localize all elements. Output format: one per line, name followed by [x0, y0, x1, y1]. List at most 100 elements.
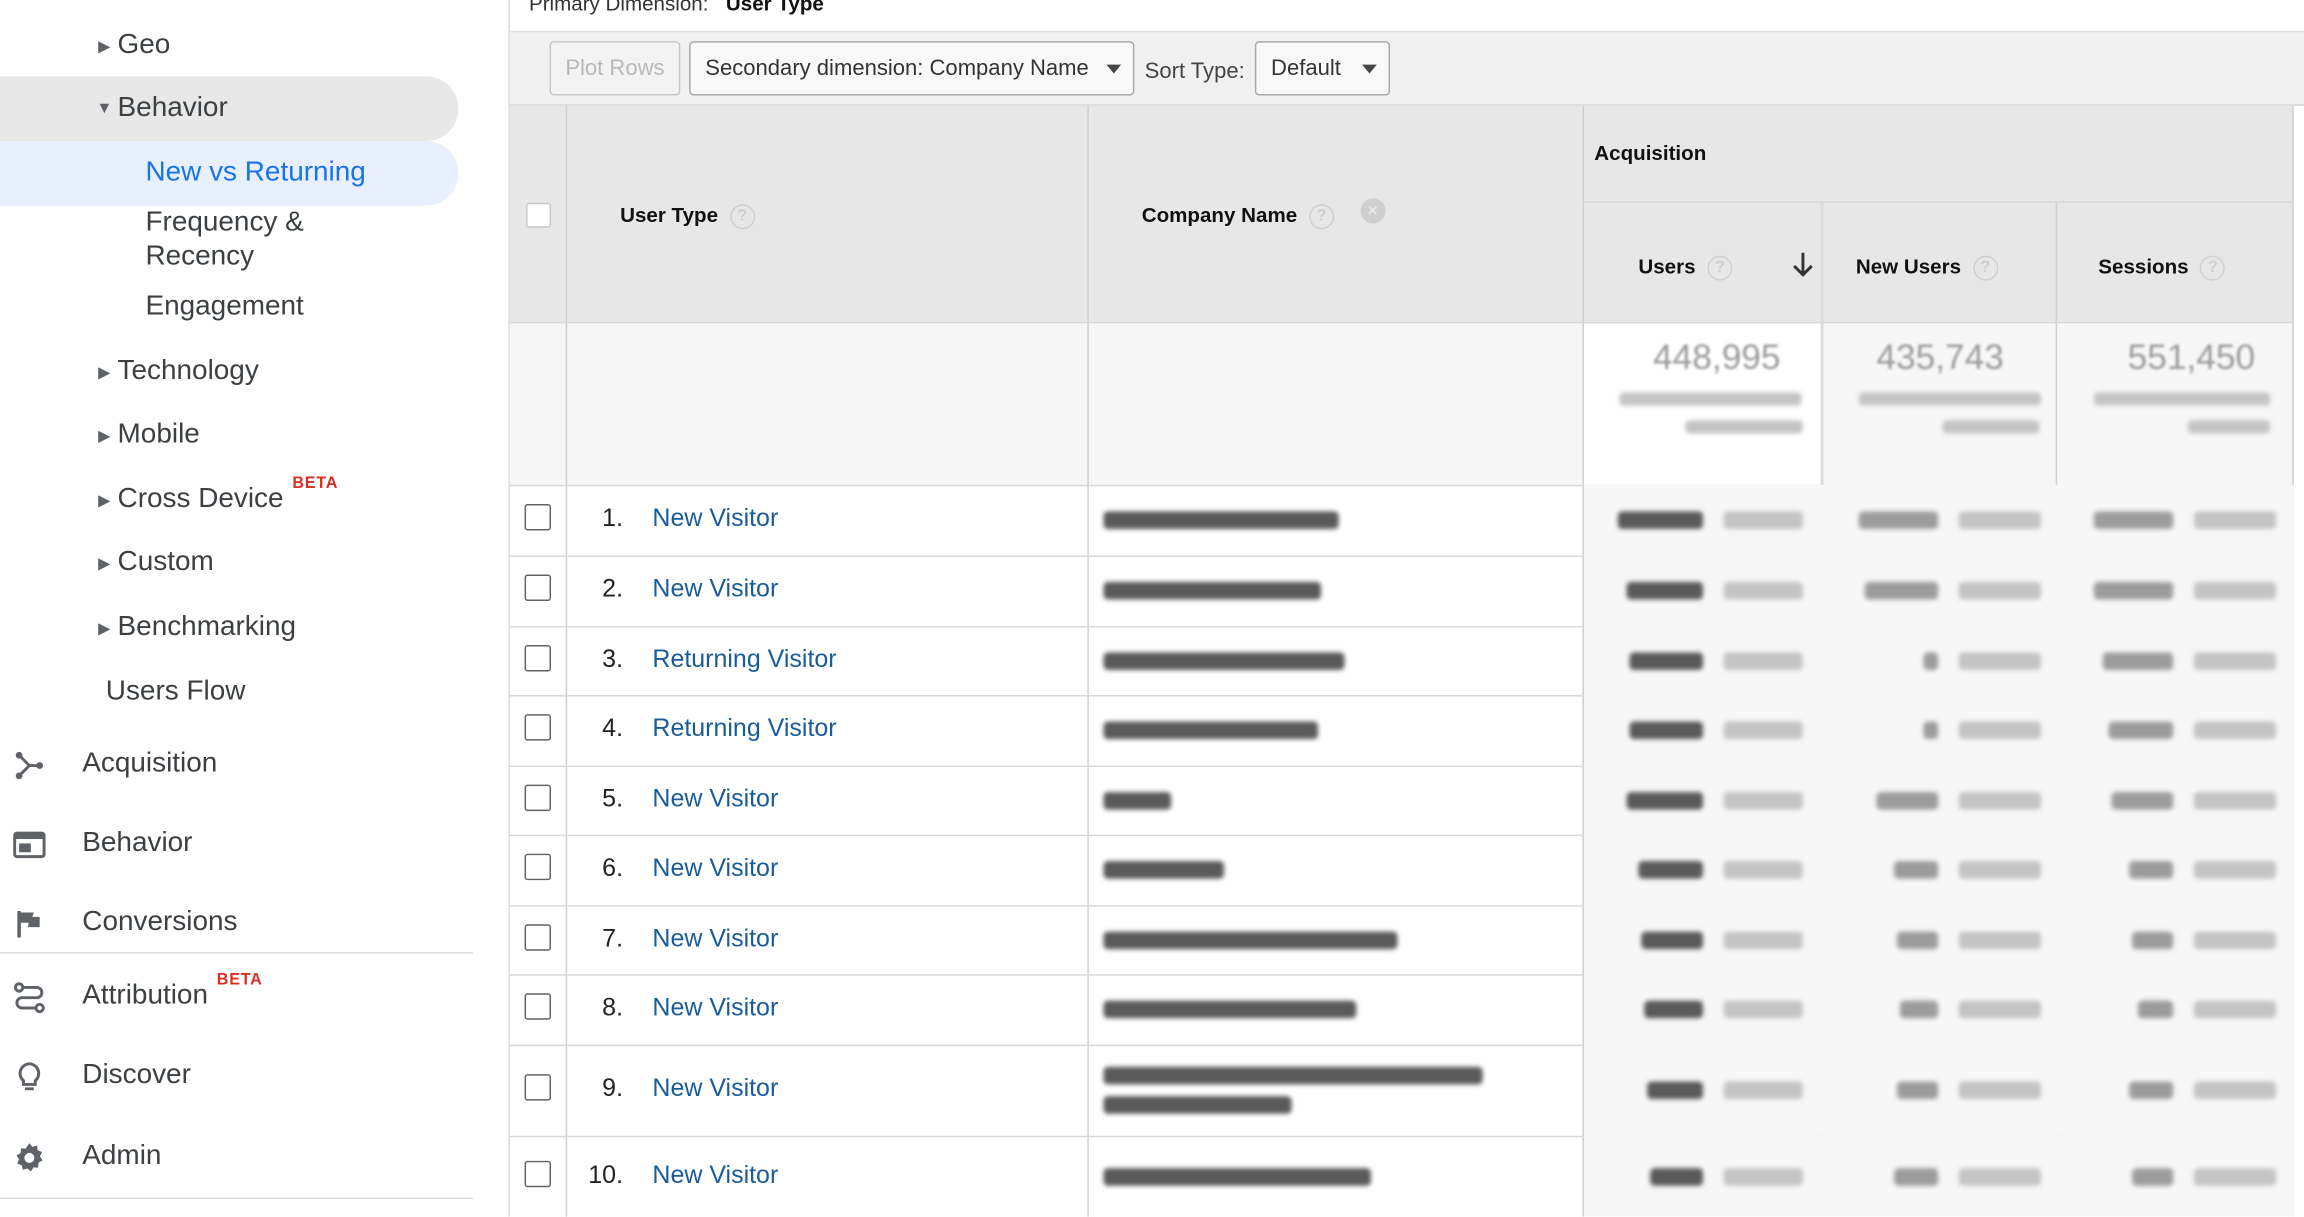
- sessions-value-redacted: [2108, 721, 2174, 740]
- select-all-checkbox[interactable]: [526, 202, 552, 228]
- user-type-link[interactable]: New Visitor: [652, 1074, 778, 1103]
- sidebar-section-acquisition[interactable]: Acquisition: [0, 732, 485, 797]
- row-checkbox[interactable]: [524, 574, 552, 601]
- table-row: 10. New Visitor: [510, 1135, 2294, 1217]
- user-type-link[interactable]: New Visitor: [652, 854, 778, 883]
- sidebar-item-engagement[interactable]: Engagement: [145, 275, 303, 340]
- column-header-company-name[interactable]: Company Name? ×: [1142, 198, 1386, 229]
- sidebar-item-users-flow[interactable]: Users Flow: [106, 660, 246, 725]
- new-users-value-redacted: [1864, 581, 1939, 600]
- sidebar-item-cross-device[interactable]: ▶ Cross Device BETA: [91, 467, 338, 532]
- sidebar-item-benchmarking[interactable]: ▶ Benchmarking: [91, 595, 296, 660]
- column-header-new-users[interactable]: New Users?: [1856, 254, 1998, 281]
- table-row: 8. New Visitor: [509, 974, 2294, 1047]
- row-checkbox[interactable]: [524, 993, 552, 1020]
- sidebar-item-label: Benchmarking: [117, 611, 297, 643]
- help-icon[interactable]: ?: [729, 203, 755, 229]
- users-percent-redacted: [1723, 652, 1803, 671]
- row-divider: [1582, 201, 2294, 203]
- sessions-percent-redacted: [2193, 792, 2277, 810]
- row-checkbox[interactable]: [524, 645, 552, 672]
- section-label: Behavior: [82, 827, 193, 859]
- company-name-redacted: [1103, 511, 1339, 529]
- row-checkbox[interactable]: [524, 784, 552, 812]
- sidebar-item-behavior[interactable]: ▼ Behavior: [0, 76, 459, 142]
- dropdown-arrow-icon: [1106, 64, 1122, 74]
- sort-type-dropdown[interactable]: Default: [1254, 41, 1391, 96]
- users-value-redacted: [1626, 581, 1704, 600]
- users-value-redacted: [1626, 792, 1704, 810]
- users-value-redacted: [1647, 1081, 1704, 1100]
- secondary-dimension-label: Secondary dimension: Company Name: [705, 55, 1089, 81]
- help-icon[interactable]: ?: [1707, 255, 1733, 281]
- sessions-percent-redacted: [2193, 511, 2277, 529]
- user-type-link[interactable]: New Visitor: [652, 504, 778, 533]
- help-icon[interactable]: ?: [2200, 255, 2226, 281]
- company-name-redacted: [1103, 721, 1319, 740]
- table-row: 9. New Visitor: [509, 1044, 2294, 1138]
- row-checkbox[interactable]: [524, 504, 552, 531]
- company-name-redacted: [1103, 792, 1172, 810]
- total-sessions-subtext: [2187, 420, 2271, 434]
- sidebar-item-frequency-recency-line2[interactable]: Recency: [145, 240, 254, 275]
- sidebar-item-label: Frequency &: [145, 207, 304, 239]
- new-users-value-redacted: [1894, 861, 1939, 879]
- sidebar-item-custom[interactable]: ▶ Custom: [91, 530, 214, 595]
- column-header-user-type[interactable]: User Type?: [620, 203, 755, 229]
- caret-right-icon: ▶: [98, 491, 111, 510]
- row-checkbox[interactable]: [524, 714, 552, 741]
- user-type-link[interactable]: New Visitor: [652, 785, 778, 814]
- row-number: 5.: [602, 784, 624, 813]
- caret-right-icon: ▶: [98, 554, 111, 573]
- users-percent-redacted: [1723, 861, 1803, 879]
- caret-right-icon: ▶: [98, 37, 111, 56]
- sidebar-item-frequency-recency[interactable]: Frequency &: [145, 206, 303, 241]
- help-icon[interactable]: ?: [1972, 255, 1998, 281]
- sidebar-section-attribution[interactable]: Attribution BETA: [0, 964, 485, 1029]
- row-number: 3.: [602, 645, 624, 673]
- sidebar-item-technology[interactable]: ▶ Technology: [91, 339, 259, 404]
- sidebar-section-discover[interactable]: Discover: [0, 1043, 485, 1108]
- attribution-icon: [13, 982, 45, 1014]
- caret-right-icon: ▶: [98, 363, 111, 382]
- user-type-link[interactable]: New Visitor: [652, 924, 778, 953]
- section-label: Admin: [82, 1140, 162, 1172]
- sessions-percent-redacted: [2193, 1000, 2277, 1019]
- column-header-sessions[interactable]: Sessions?: [2098, 254, 2226, 281]
- row-checkbox[interactable]: [524, 853, 552, 881]
- user-type-link[interactable]: Returning Visitor: [652, 645, 836, 674]
- user-type-link[interactable]: New Visitor: [652, 993, 778, 1022]
- row-number: 6.: [602, 853, 624, 882]
- user-type-link[interactable]: Returning Visitor: [652, 714, 836, 743]
- users-percent-redacted: [1723, 511, 1803, 529]
- sidebar-item-geo[interactable]: ▶ Geo: [91, 13, 170, 78]
- sidebar-divider: [0, 1197, 474, 1200]
- plot-rows-button[interactable]: Plot Rows: [549, 41, 681, 96]
- sidebar-item-label: Engagement: [145, 290, 304, 322]
- table-row: 3. Returning Visitor: [509, 625, 2294, 697]
- sidebar-item-new-vs-returning[interactable]: New vs Returning: [0, 141, 459, 206]
- sessions-percent-redacted: [2193, 1081, 2277, 1100]
- new-users-value-redacted: [1923, 721, 1939, 740]
- sidebar-section-behavior[interactable]: Behavior: [0, 811, 485, 876]
- sidebar-section-admin[interactable]: Admin: [0, 1124, 485, 1189]
- sort-type-value: Default: [1271, 55, 1341, 81]
- sidebar-item-mobile[interactable]: ▶ Mobile: [91, 403, 200, 468]
- row-checkbox[interactable]: [524, 1074, 552, 1101]
- row-checkbox[interactable]: [524, 924, 552, 951]
- sort-descending-icon[interactable]: [1791, 250, 1815, 279]
- new-users-percent-redacted: [1958, 652, 2041, 671]
- sidebar-section-conversions[interactable]: Conversions: [0, 890, 485, 955]
- secondary-dimension-dropdown[interactable]: Secondary dimension: Company Name: [689, 41, 1135, 96]
- new-users-value-redacted: [1876, 792, 1939, 810]
- user-type-link[interactable]: New Visitor: [652, 1161, 778, 1190]
- primary-dimension-value[interactable]: User Type: [726, 0, 824, 15]
- column-header-users[interactable]: Users?: [1638, 254, 1733, 281]
- column-label: User Type: [620, 202, 719, 227]
- help-icon[interactable]: ?: [1308, 203, 1334, 229]
- users-percent-redacted: [1723, 581, 1803, 600]
- row-checkbox[interactable]: [524, 1160, 552, 1188]
- user-type-link[interactable]: New Visitor: [652, 575, 778, 604]
- remove-dimension-icon[interactable]: ×: [1360, 198, 1386, 224]
- sidebar-item-label: Mobile: [117, 418, 200, 450]
